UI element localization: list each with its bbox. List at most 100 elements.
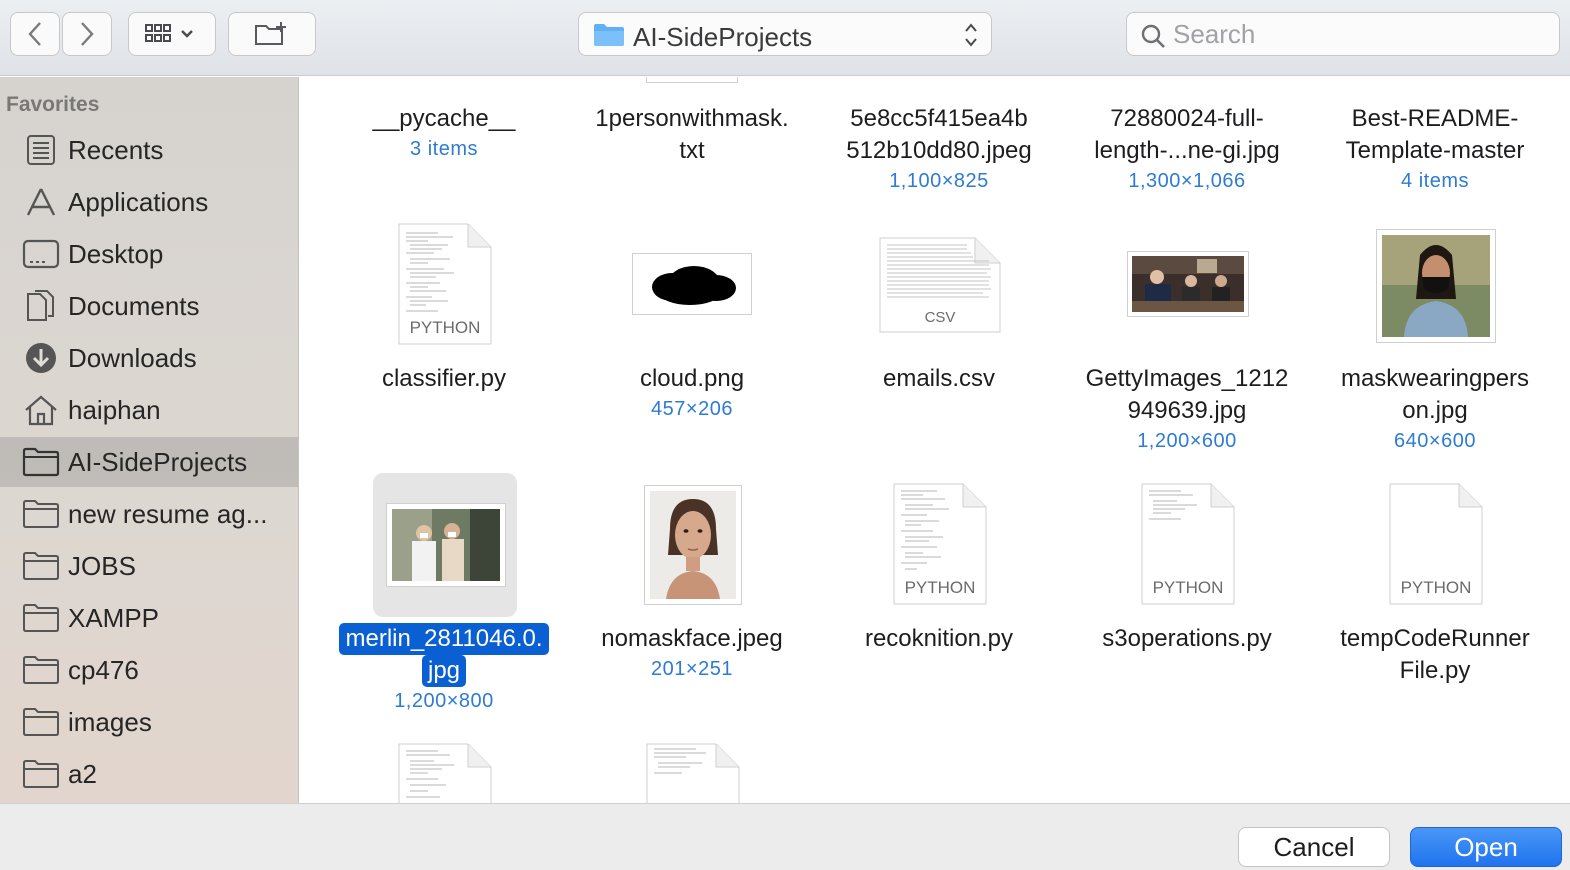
sidebar-item-label: images xyxy=(68,707,152,737)
sidebar-item-a2[interactable]: a2 xyxy=(0,749,298,799)
updown-chevron-icon xyxy=(965,23,977,47)
sidebar-item-jobs[interactable]: JOBS xyxy=(0,541,298,591)
file-thumbnail xyxy=(646,77,738,83)
sidebar-item-downloads[interactable]: Downloads xyxy=(0,333,298,383)
sidebar-item-documents[interactable]: Documents xyxy=(0,281,298,331)
search-input[interactable] xyxy=(1173,17,1543,51)
sidebar-item-xampp[interactable]: XAMPP xyxy=(0,593,298,643)
selected-file-name-line2: jpg xyxy=(421,655,467,687)
sidebar-item-cp476[interactable]: cp476 xyxy=(0,645,298,695)
folder-icon xyxy=(23,500,59,528)
open-button[interactable]: Open xyxy=(1410,827,1562,867)
folder-icon xyxy=(22,447,60,477)
selected-file-name: merlin_2811046.0. xyxy=(339,623,549,655)
folder-icon xyxy=(23,552,59,580)
file-name-line2: Template-master xyxy=(1345,137,1525,164)
svg-text:PYTHON: PYTHON xyxy=(1153,578,1224,597)
icon-grid-icon xyxy=(145,24,193,42)
sidebar-item-label: Desktop xyxy=(68,239,164,269)
sidebar-item-label: Recents xyxy=(68,135,164,165)
file-name: 5e8cc5f415ea4b xyxy=(850,105,1028,132)
file-name: merlin_2811046.0. xyxy=(320,623,568,655)
search-icon xyxy=(1141,24,1165,48)
file-name-line2: File.py xyxy=(1399,657,1471,684)
sidebar-item-haiphan[interactable]: haiphan xyxy=(0,385,298,435)
file-name: Best-README- xyxy=(1351,105,1519,132)
sidebar-item-label: Documents xyxy=(68,291,200,321)
python-file-icon: PYTHON xyxy=(1389,483,1483,605)
cancel-button[interactable]: Cancel xyxy=(1238,827,1390,867)
python-file-icon xyxy=(398,743,492,803)
svg-text:PYTHON: PYTHON xyxy=(1401,578,1472,597)
new-folder-button[interactable] xyxy=(228,12,316,56)
new-folder-icon xyxy=(255,22,286,45)
file-meta: 1,200×600 xyxy=(1137,430,1237,452)
file-name: tempCodeRunner xyxy=(1340,625,1530,652)
file-name-line2: length-...ne-gi.jpg xyxy=(1094,137,1280,164)
sidebar-item-ai-sideprojects[interactable]: AI-SideProjects xyxy=(0,437,298,487)
sidebar-item-label: a2 xyxy=(68,759,97,789)
sidebar-item-applications[interactable]: Applications xyxy=(0,177,298,227)
file-name: 1personwithmask. xyxy=(595,105,789,132)
file-name-line2: jpg xyxy=(320,655,568,687)
svg-text:PYTHON: PYTHON xyxy=(905,578,976,597)
image-thumbnail xyxy=(644,485,742,605)
sidebar-heading: Favorites xyxy=(6,93,100,116)
image-thumbnail xyxy=(1127,251,1249,317)
file-meta: 640×600 xyxy=(1394,430,1476,452)
path-popup[interactable]: AI-SideProjects xyxy=(578,12,992,56)
file-meta: 201×251 xyxy=(651,658,733,680)
search-field[interactable] xyxy=(1126,12,1560,56)
file-name: cloud.png xyxy=(639,365,745,392)
forward-button[interactable] xyxy=(62,12,112,56)
file-name: __pycache__ xyxy=(372,105,516,132)
sidebar-item-recents[interactable]: Recents xyxy=(0,125,298,175)
sidebar-item-label: haiphan xyxy=(68,395,161,425)
file-name: nomaskface.jpeg xyxy=(601,625,783,652)
folder-icon xyxy=(23,656,59,684)
file-name: 72880024-full- xyxy=(1110,105,1264,132)
view-options-button[interactable] xyxy=(128,12,216,56)
python-file-icon xyxy=(646,743,740,803)
image-thumbnail xyxy=(386,503,506,587)
file-name: maskwearingpers xyxy=(1340,365,1530,392)
dialog-footer: Cancel Open xyxy=(0,803,1570,870)
file-meta: 1,300×1,066 xyxy=(1128,170,1246,192)
svg-text:CSV: CSV xyxy=(925,309,956,326)
sidebar-item-label: cp476 xyxy=(68,655,139,685)
python-file-icon: PYTHON xyxy=(398,223,492,345)
folder-icon xyxy=(23,760,59,788)
python-file-icon: PYTHON xyxy=(893,483,987,605)
sidebar-item-images[interactable]: images xyxy=(0,697,298,747)
folder-icon xyxy=(23,604,59,632)
file-name-line2: on.jpg xyxy=(1402,397,1468,424)
file-name-line2: txt xyxy=(679,137,705,164)
file-name-line2: 512b10dd80.jpeg xyxy=(846,137,1032,164)
python-file-icon: PYTHON xyxy=(1141,483,1235,605)
chevron-right-icon xyxy=(81,22,94,46)
svg-text:PYTHON: PYTHON xyxy=(410,318,481,337)
sidebar-item-label: XAMPP xyxy=(68,603,160,633)
path-label: AI-SideProjects xyxy=(633,22,813,52)
toolbar: AI-SideProjects xyxy=(0,0,1570,76)
image-thumbnail xyxy=(632,253,752,315)
file-name: emails.csv xyxy=(882,365,996,392)
file-name: GettyImages_1212 xyxy=(1085,365,1289,392)
file-meta: 4 items xyxy=(1401,170,1469,192)
home-icon xyxy=(25,395,57,426)
sidebar-item-desktop[interactable]: Desktop xyxy=(0,229,298,279)
sidebar-item-label: new resume ag... xyxy=(68,499,268,529)
downloads-icon xyxy=(26,343,56,373)
sidebar-item-new-resume[interactable]: new resume ag... xyxy=(0,489,298,539)
sidebar: Favorites Recents Applications Desktop D… xyxy=(0,77,299,803)
recents-icon xyxy=(27,135,55,165)
sidebar-item-label: Downloads xyxy=(68,343,197,373)
csv-file-icon: CSV xyxy=(879,237,1001,333)
image-thumbnail xyxy=(1376,229,1496,343)
desktop-icon xyxy=(22,239,60,269)
back-button[interactable] xyxy=(10,12,60,56)
sidebar-item-label: JOBS xyxy=(68,551,136,581)
file-meta: 457×206 xyxy=(651,398,733,420)
file-name: s3operations.py xyxy=(1102,625,1272,652)
documents-icon xyxy=(27,290,54,321)
